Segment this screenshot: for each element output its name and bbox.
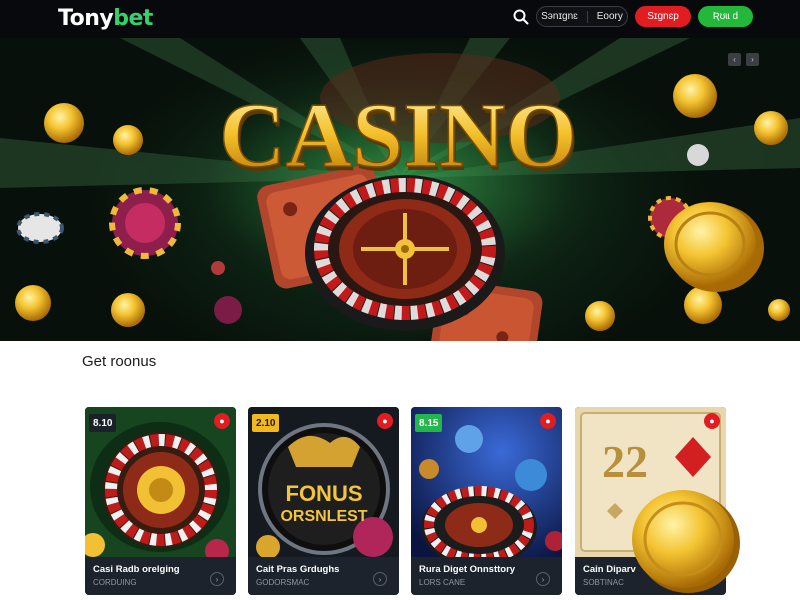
card-badge: 8.15 xyxy=(415,414,443,432)
nav-pill-right-link[interactable]: Eoory xyxy=(597,11,623,22)
tonybet-logo[interactable]: Tonybet xyxy=(58,6,153,31)
hero-prev-control[interactable]: ‹ xyxy=(728,53,741,66)
card-art-text-1: FONUS xyxy=(286,481,363,506)
hero-title: CASINO xyxy=(219,84,577,186)
nav-pill-divider xyxy=(586,10,588,23)
game-card[interactable]: 8.15 ● Rura Diget Onnsttory LORS CANE › xyxy=(411,407,562,595)
top-navbar: Tonybet Sэnɪɡnɛ Eoory Sɪgnɛp Ʀʊɩɩ d xyxy=(0,0,800,38)
chevron-right-icon[interactable]: › xyxy=(373,572,387,586)
card-badge: 8.10 xyxy=(89,414,117,432)
card-art-text-2: ORSNLEST xyxy=(280,508,367,525)
card-subtitle: GODORSMAC xyxy=(256,578,310,587)
card-badge: 2.10 xyxy=(252,414,280,432)
card-title: Rura Diget Onnsttory xyxy=(419,564,516,575)
favorite-icon[interactable]: ● xyxy=(540,413,556,429)
nav-pill: Sэnɪɡnɛ Eoory xyxy=(536,6,628,27)
card-subtitle: LORS CANE xyxy=(419,578,466,587)
hero-banner[interactable]: CASINO CASINO ‹ › xyxy=(0,38,800,341)
signup-button[interactable]: Sɪgnɛp xyxy=(635,6,691,27)
gold-coin-decoration xyxy=(632,490,740,593)
card-subtitle: CORDUING xyxy=(93,578,137,587)
card-title: Casi Radb orelging xyxy=(93,564,180,575)
card-art-text-1: 22 xyxy=(602,436,648,487)
favorite-icon[interactable]: ● xyxy=(377,413,393,429)
card-subtitle: SOBTINAC xyxy=(583,578,624,587)
search-icon[interactable] xyxy=(512,8,530,26)
logo-text-part2: bet xyxy=(113,6,153,31)
hero-next-control[interactable]: › xyxy=(746,53,759,66)
logo-text-part1: Tony xyxy=(58,6,114,31)
game-card[interactable]: 8.10 ● Casi Radb orelging CORDUING › xyxy=(85,407,236,595)
favorite-icon[interactable]: ● xyxy=(704,413,720,429)
login-button[interactable]: Ʀʊɩɩ d xyxy=(698,6,753,27)
favorite-icon[interactable]: ● xyxy=(214,413,230,429)
game-card[interactable]: FONUS ORSNLEST 2.10 ● Cait Pras Grdughs … xyxy=(248,407,399,595)
chevron-right-icon[interactable]: › xyxy=(210,572,224,586)
card-title: Cait Pras Grdughs xyxy=(256,564,340,575)
nav-pill-left-link[interactable]: Sэnɪɡnɛ xyxy=(541,11,578,22)
chevron-right-icon[interactable]: › xyxy=(536,572,550,586)
section-title: Get roonus xyxy=(82,353,157,370)
hero-title-layer: CASINO CASINO xyxy=(218,83,579,190)
